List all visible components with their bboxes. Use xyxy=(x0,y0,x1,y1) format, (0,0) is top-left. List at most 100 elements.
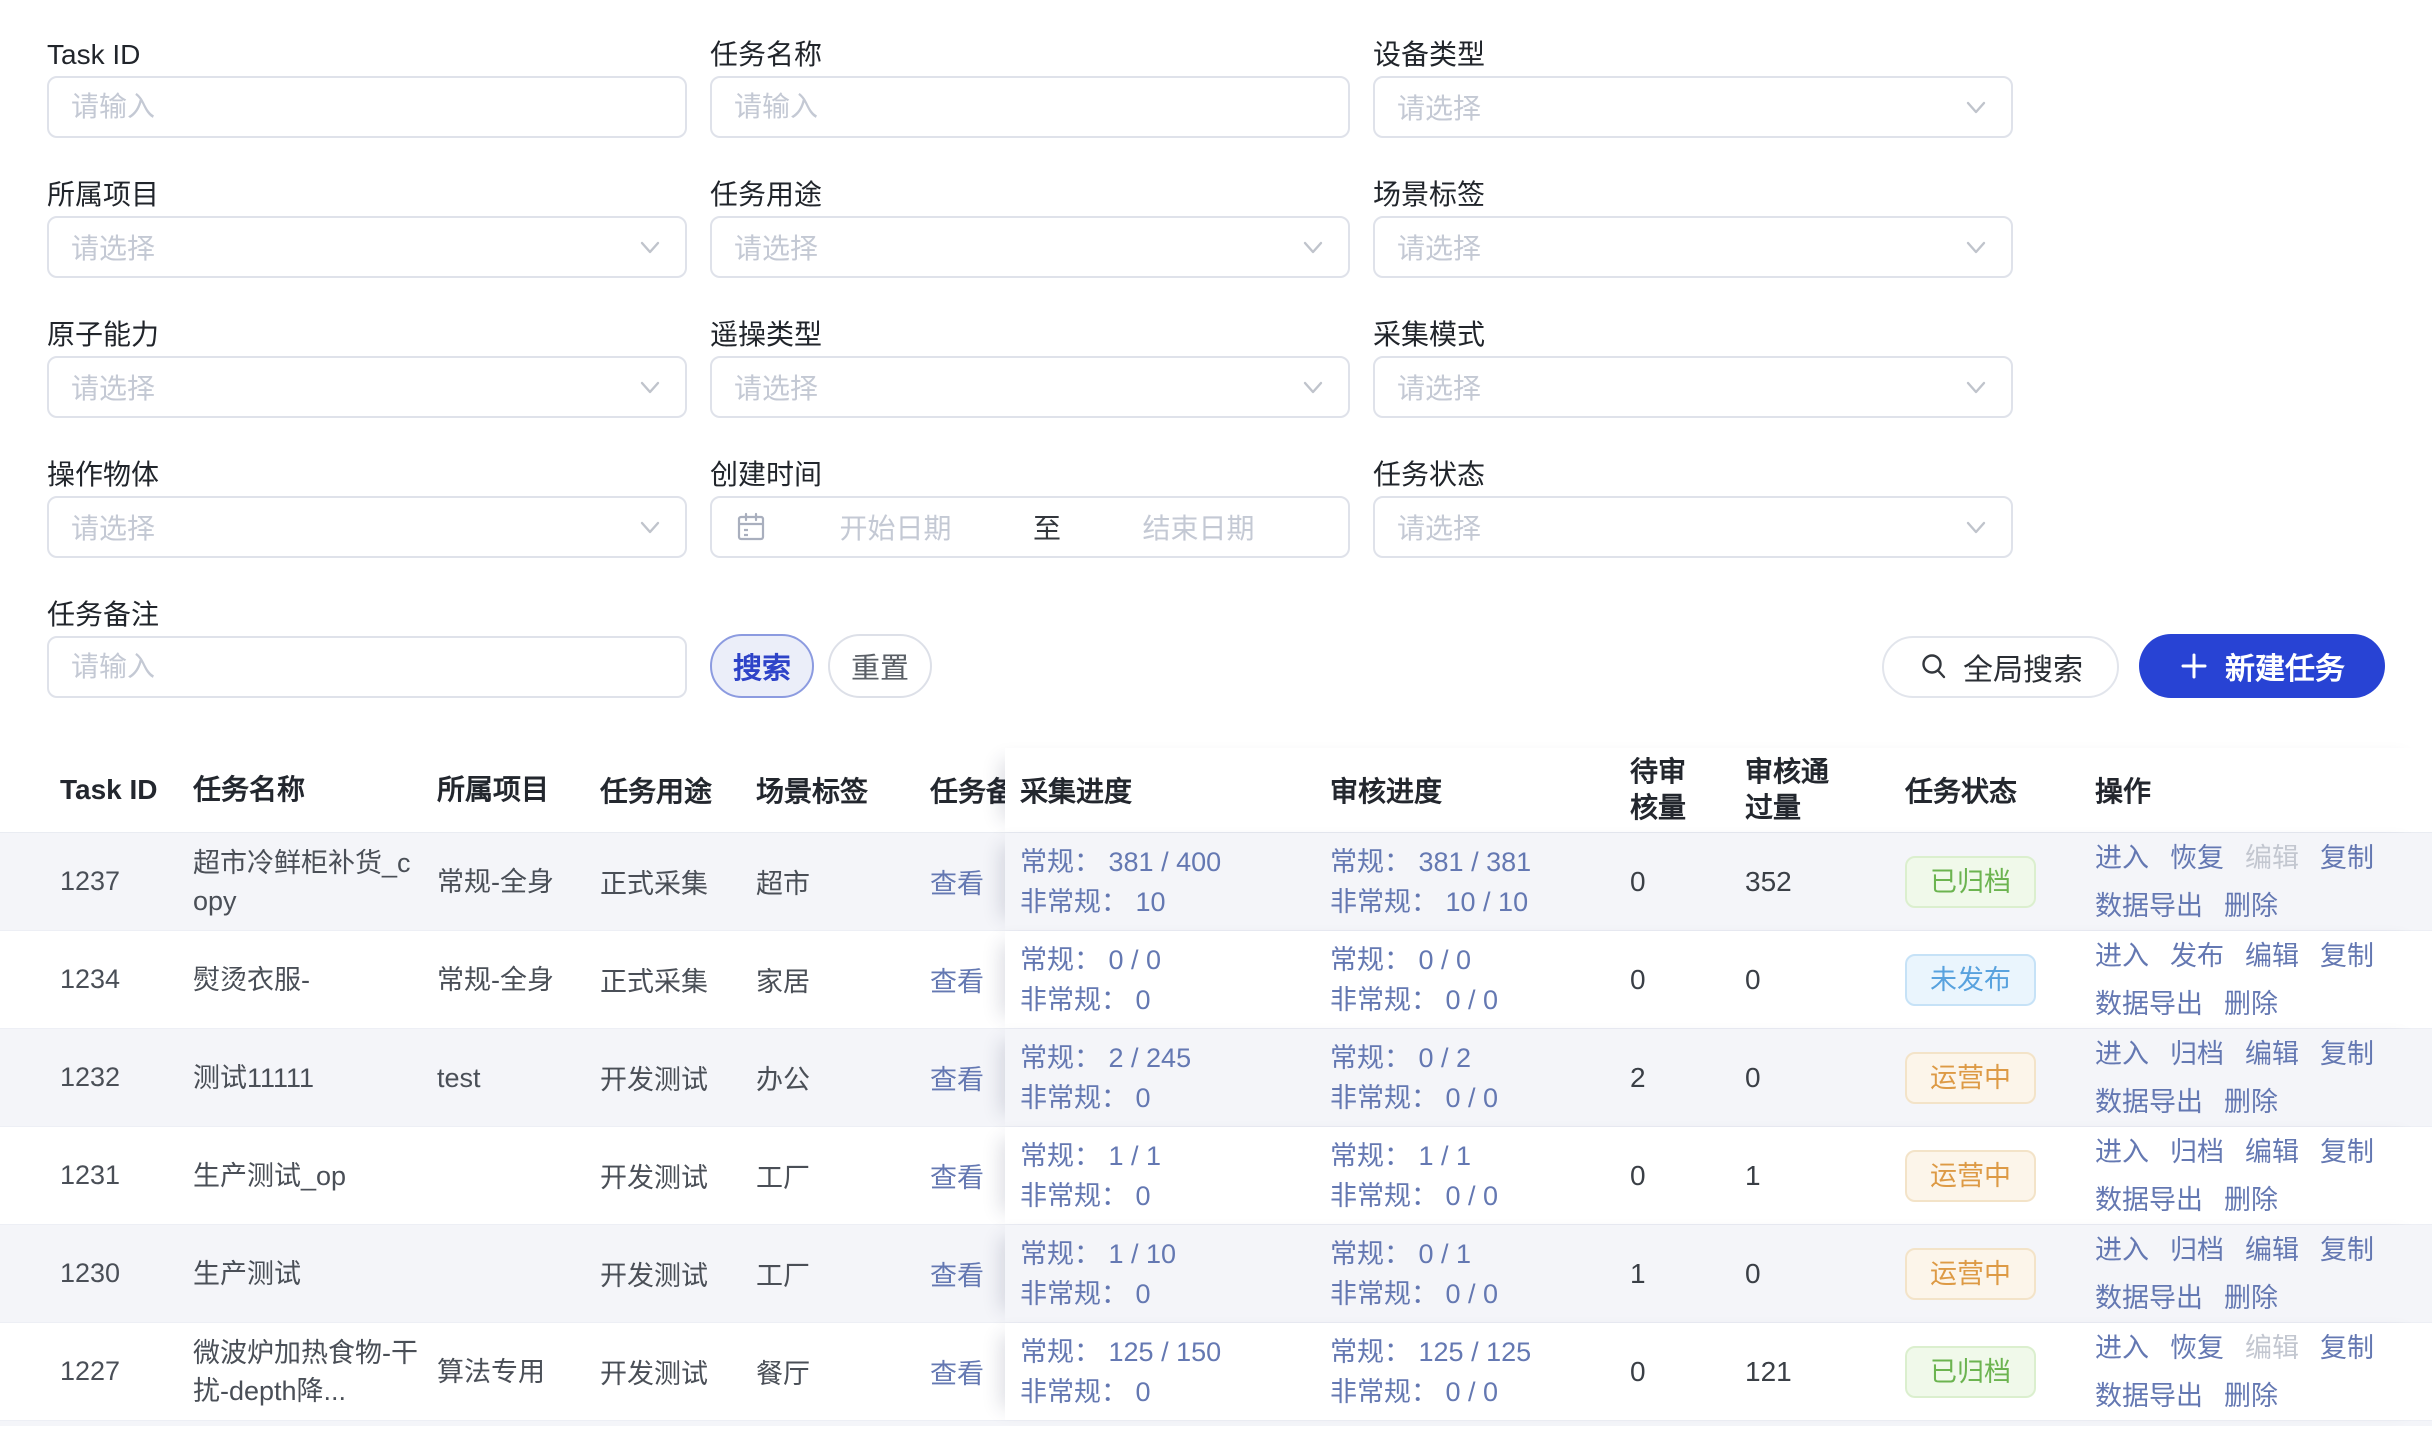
action-link[interactable]: 数据导出 xyxy=(2095,1277,2203,1319)
calendar-icon xyxy=(734,510,768,544)
filter-field-project: 所属项目 请选择 xyxy=(47,178,687,278)
review-progress: 常规： 0 / 2非常规： 0 / 0 xyxy=(1330,1038,1498,1118)
search-button[interactable]: 搜索 xyxy=(710,634,814,698)
header-task-name: 任务名称 xyxy=(193,748,437,832)
view-remark-link[interactable]: 查看 xyxy=(930,1352,984,1391)
create-task-button[interactable]: 新建任务 xyxy=(2139,634,2385,698)
header-approved-count: 审核通过量 xyxy=(1745,748,1895,832)
filter-label: 场景标签 xyxy=(1373,178,2013,212)
cell-task-id: 1234 xyxy=(0,964,193,995)
action-link[interactable]: 编辑 xyxy=(2245,1327,2299,1369)
view-remark-link[interactable]: 查看 xyxy=(930,960,984,999)
action-link[interactable]: 复制 xyxy=(2320,935,2374,977)
task-remark-input[interactable] xyxy=(47,636,687,698)
action-link[interactable]: 删除 xyxy=(2224,983,2278,1025)
action-link[interactable]: 数据导出 xyxy=(2095,1179,2203,1221)
filter-field-teleop-type: 遥操类型 请选择 xyxy=(710,318,1350,418)
end-date-placeholder[interactable]: 结束日期 xyxy=(1071,507,1326,547)
action-link[interactable]: 进入 xyxy=(2095,1327,2149,1369)
pending-count: 2 xyxy=(1630,1060,1745,1096)
cell-purpose: 正式采集 xyxy=(600,862,756,901)
action-link[interactable]: 进入 xyxy=(2095,1229,2149,1271)
fixed-columns: 常规： 2 / 245非常规： 0 常规： 0 / 2非常规： 0 / 0 2 … xyxy=(1005,1029,2432,1126)
create-time-range-picker[interactable]: 开始日期 至 结束日期 xyxy=(710,496,1350,558)
action-link[interactable]: 进入 xyxy=(2095,1131,2149,1173)
task-status-select[interactable]: 请选择 xyxy=(1373,496,2013,558)
cell-purpose: 开发测试 xyxy=(600,1156,756,1195)
action-link[interactable]: 归档 xyxy=(2170,1131,2224,1173)
action-link[interactable]: 归档 xyxy=(2170,1229,2224,1271)
task-name-input[interactable] xyxy=(710,76,1350,138)
action-link[interactable]: 复制 xyxy=(2320,1131,2374,1173)
action-link[interactable]: 删除 xyxy=(2224,1081,2278,1123)
filter-field-atomic-ability: 原子能力 请选择 xyxy=(47,318,687,418)
action-link[interactable]: 编辑 xyxy=(2245,1033,2299,1075)
action-link[interactable]: 复制 xyxy=(2320,837,2374,879)
action-link[interactable]: 编辑 xyxy=(2245,1131,2299,1173)
view-remark-link[interactable]: 查看 xyxy=(930,1156,984,1195)
action-link[interactable]: 删除 xyxy=(2224,1375,2278,1417)
filter-label: 任务名称 xyxy=(710,38,1350,72)
action-link[interactable]: 数据导出 xyxy=(2095,1081,2203,1123)
action-link[interactable]: 编辑 xyxy=(2245,935,2299,977)
action-link[interactable]: 复制 xyxy=(2320,1327,2374,1369)
status-badge: 运营中 xyxy=(1905,1150,2036,1202)
filter-label: 采集模式 xyxy=(1373,318,2013,352)
purpose-select[interactable]: 请选择 xyxy=(710,216,1350,278)
action-link[interactable]: 进入 xyxy=(2095,1033,2149,1075)
reset-button[interactable]: 重置 xyxy=(828,634,932,698)
review-progress: 常规： 0 / 1非常规： 0 / 0 xyxy=(1330,1234,1498,1314)
action-link[interactable]: 归档 xyxy=(2170,1033,2224,1075)
scene-tag-select[interactable]: 请选择 xyxy=(1373,216,2013,278)
action-link[interactable]: 恢复 xyxy=(2170,837,2224,879)
action-link[interactable]: 删除 xyxy=(2224,885,2278,927)
action-link[interactable]: 编辑 xyxy=(2245,837,2299,879)
action-link[interactable]: 恢复 xyxy=(2170,1327,2224,1369)
plus-icon xyxy=(2179,651,2209,681)
view-remark-link[interactable]: 查看 xyxy=(930,1254,984,1293)
action-link[interactable]: 数据导出 xyxy=(2095,885,2203,927)
filter-label: 任务备注 xyxy=(47,598,687,632)
cell-task-name: 微波炉加热食物-干扰-depth降... xyxy=(193,1334,437,1410)
chevron-down-icon xyxy=(637,234,663,260)
table-row: 1237 超市冷鲜柜补货_copy 常规-全身 正式采集 超市 查看 常规： 3… xyxy=(0,833,2432,931)
chevron-down-icon xyxy=(1963,514,1989,540)
status-badge: 已归档 xyxy=(1905,1346,2036,1398)
collect-progress: 常规： 125 / 150非常规： 0 xyxy=(1020,1332,1221,1412)
task-table: Task ID 任务名称 所属项目 任务用途 场景标签 任务备注 采集进度 审核… xyxy=(0,748,2432,1426)
approved-count: 1 xyxy=(1745,1158,1895,1194)
pending-count: 1 xyxy=(1630,1256,1745,1292)
approved-count: 352 xyxy=(1745,864,1895,900)
action-link[interactable]: 数据导出 xyxy=(2095,983,2203,1025)
global-search-button[interactable]: 全局搜索 xyxy=(1882,636,2119,698)
action-link[interactable]: 删除 xyxy=(2224,1277,2278,1319)
cell-task-name: 测试11111 xyxy=(193,1059,437,1097)
task-id-input[interactable] xyxy=(47,76,687,138)
fixed-columns: 常规： 1 / 10非常规： 0 常规： 0 / 1非常规： 0 / 0 1 0… xyxy=(1005,1225,2432,1322)
fixed-columns-header: 采集进度 审核进度 待审核量 审核通过量 任务状态 操作 xyxy=(1005,748,2432,832)
action-link[interactable]: 进入 xyxy=(2095,935,2149,977)
action-link[interactable]: 进入 xyxy=(2095,837,2149,879)
action-link[interactable]: 编辑 xyxy=(2245,1229,2299,1271)
atomic-ability-select[interactable]: 请选择 xyxy=(47,356,687,418)
action-link[interactable]: 发布 xyxy=(2170,935,2224,977)
chevron-down-icon xyxy=(1963,94,1989,120)
action-link[interactable]: 复制 xyxy=(2320,1033,2374,1075)
action-link[interactable]: 复制 xyxy=(2320,1229,2374,1271)
view-remark-link[interactable]: 查看 xyxy=(930,1058,984,1097)
view-remark-link[interactable]: 查看 xyxy=(930,862,984,901)
select-placeholder: 请选择 xyxy=(1397,507,1481,547)
cell-task-name: 超市冷鲜柜补货_copy xyxy=(193,844,437,920)
action-link[interactable]: 数据导出 xyxy=(2095,1375,2203,1417)
filter-label: 任务用途 xyxy=(710,178,1350,212)
collect-mode-select[interactable]: 请选择 xyxy=(1373,356,2013,418)
start-date-placeholder[interactable]: 开始日期 xyxy=(768,507,1023,547)
action-link[interactable]: 删除 xyxy=(2224,1179,2278,1221)
project-select[interactable]: 请选择 xyxy=(47,216,687,278)
cell-task-name: 熨烫衣服- xyxy=(193,961,437,999)
cell-purpose: 开发测试 xyxy=(600,1352,756,1391)
device-type-select[interactable]: 请选择 xyxy=(1373,76,2013,138)
teleop-type-select[interactable]: 请选择 xyxy=(710,356,1350,418)
operate-object-select[interactable]: 请选择 xyxy=(47,496,687,558)
table-row: 1231 生产测试_op 开发测试 工厂 查看 常规： 1 / 1非常规： 0 … xyxy=(0,1127,2432,1225)
